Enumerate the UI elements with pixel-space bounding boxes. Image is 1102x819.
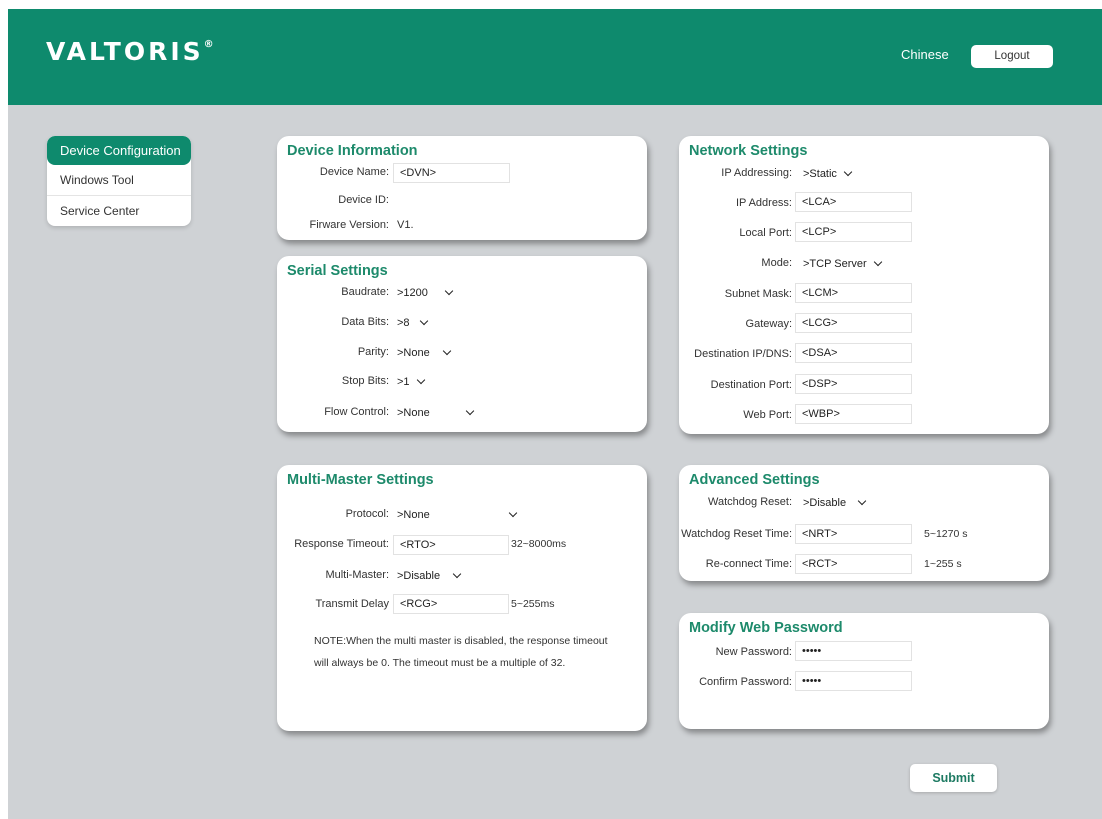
- sidebar-item-device-configuration[interactable]: Device Configuration: [47, 136, 191, 165]
- web-port-label: Web Port:: [743, 409, 792, 421]
- transmit-delay-label: Transmit Delay: [315, 598, 389, 610]
- destination-ip-label: Destination IP/DNS:: [694, 348, 792, 360]
- response-timeout-label: Response Timeout:: [294, 538, 389, 550]
- parity-label: Parity:: [357, 346, 389, 358]
- new-password-label: New Password:: [715, 646, 792, 658]
- chevron-down-icon: [442, 346, 452, 356]
- panel-title: Device Information: [287, 143, 418, 159]
- destination-ip-input[interactable]: [795, 343, 912, 363]
- note-line-1: NOTE:When the multi master is disabled, …: [314, 635, 608, 647]
- multi-master-settings-panel: Multi-Master Settings Protocol: >None Re…: [277, 465, 647, 731]
- chevron-down-icon: [452, 569, 462, 579]
- chevron-down-icon: [419, 316, 429, 326]
- mode-label: Mode:: [761, 257, 792, 269]
- chevron-down-icon: [857, 496, 867, 506]
- network-settings-panel: Network Settings IP Addressing: >Static …: [679, 136, 1049, 434]
- panel-title: Network Settings: [689, 143, 808, 159]
- watchdog-reset-select[interactable]: >Disable: [803, 493, 867, 513]
- gateway-input[interactable]: [795, 313, 912, 333]
- reconnect-time-label: Re-connect Time:: [705, 558, 792, 570]
- chevron-down-icon: [508, 508, 518, 518]
- watchdog-reset-time-input[interactable]: [795, 524, 912, 544]
- firmware-version-value: V1.: [397, 219, 414, 231]
- reconnect-time-input[interactable]: [795, 554, 912, 574]
- panel-title: Multi-Master Settings: [287, 472, 434, 488]
- chevron-down-icon: [416, 375, 426, 385]
- watchdog-reset-label: Watchdog Reset:: [708, 496, 792, 508]
- ip-addressing-select[interactable]: >Static: [803, 164, 858, 184]
- panel-title: Advanced Settings: [689, 472, 820, 488]
- ip-address-label: IP Address:: [735, 197, 792, 209]
- gateway-label: Gateway:: [745, 318, 792, 330]
- sidebar-item-service-center[interactable]: Service Center: [47, 196, 191, 226]
- parity-select[interactable]: >None: [397, 343, 457, 363]
- sidebar-item-windows-tool[interactable]: Windows Tool: [47, 165, 191, 196]
- protocol-select[interactable]: >None: [397, 505, 522, 525]
- new-password-input[interactable]: [795, 641, 912, 661]
- confirm-password-input[interactable]: [795, 671, 912, 691]
- sidebar-nav: Device Configuration Windows Tool Servic…: [47, 136, 191, 226]
- data-bits-select[interactable]: >8: [397, 313, 429, 333]
- web-port-input[interactable]: [795, 404, 912, 424]
- device-id-label: Device ID:: [338, 194, 389, 206]
- subnet-mask-label: Subnet Mask:: [724, 288, 792, 300]
- device-name-label: Device Name:: [319, 166, 389, 178]
- device-information-panel: Device Information Device Name: Device I…: [277, 136, 647, 240]
- baudrate-label: Baudrate:: [341, 286, 389, 298]
- flow-control-select[interactable]: >None: [397, 403, 477, 423]
- panel-title: Serial Settings: [287, 263, 388, 279]
- chevron-down-icon: [444, 286, 454, 296]
- response-timeout-input[interactable]: [393, 535, 509, 555]
- chevron-down-icon: [873, 257, 883, 267]
- chevron-down-icon: [843, 167, 853, 177]
- multi-master-select[interactable]: >Disable: [397, 566, 462, 586]
- confirm-password-label: Confirm Password:: [699, 676, 792, 688]
- transmit-delay-range: 5~255ms: [511, 598, 555, 610]
- stop-bits-label: Stop Bits:: [341, 375, 389, 387]
- firmware-version-label: Firware Version:: [309, 219, 389, 231]
- reconnect-time-range: 1~255 s: [924, 558, 962, 570]
- advanced-settings-panel: Advanced Settings Watchdog Reset: >Disab…: [679, 465, 1049, 581]
- chevron-down-icon: [465, 406, 475, 416]
- serial-settings-panel: Serial Settings Baudrate: >1200 Data Bit…: [277, 256, 647, 432]
- logout-button[interactable]: Logout: [971, 45, 1053, 68]
- destination-port-input[interactable]: [795, 374, 912, 394]
- destination-port-label: Destination Port:: [710, 379, 792, 391]
- protocol-label: Protocol:: [345, 508, 389, 520]
- device-name-input[interactable]: [393, 163, 510, 183]
- language-link[interactable]: Chinese: [901, 47, 949, 62]
- watchdog-reset-time-label: Watchdog Reset Time:: [681, 528, 792, 540]
- multi-master-label: Multi-Master:: [325, 569, 389, 581]
- submit-button[interactable]: Submit: [910, 764, 997, 792]
- local-port-label: Local Port:: [739, 227, 792, 239]
- watchdog-reset-time-range: 5~1270 s: [924, 528, 968, 540]
- flow-control-label: Flow Control:: [324, 406, 389, 418]
- baudrate-select[interactable]: >1200: [397, 283, 457, 303]
- note-line-2: will always be 0. The timeout must be a …: [314, 657, 566, 669]
- response-timeout-range: 32~8000ms: [511, 538, 567, 550]
- data-bits-label: Data Bits:: [341, 316, 389, 328]
- local-port-input[interactable]: [795, 222, 912, 242]
- subnet-mask-input[interactable]: [795, 283, 912, 303]
- transmit-delay-input[interactable]: [393, 594, 509, 614]
- modify-password-panel: Modify Web Password New Password: Confir…: [679, 613, 1049, 729]
- ip-address-input[interactable]: [795, 192, 912, 212]
- brand-logo: VALTORIS®: [46, 37, 214, 66]
- ip-addressing-label: IP Addressing:: [721, 167, 792, 179]
- mode-select[interactable]: >TCP Server: [803, 254, 883, 274]
- panel-title: Modify Web Password: [689, 620, 843, 636]
- stop-bits-select[interactable]: >1: [397, 372, 429, 392]
